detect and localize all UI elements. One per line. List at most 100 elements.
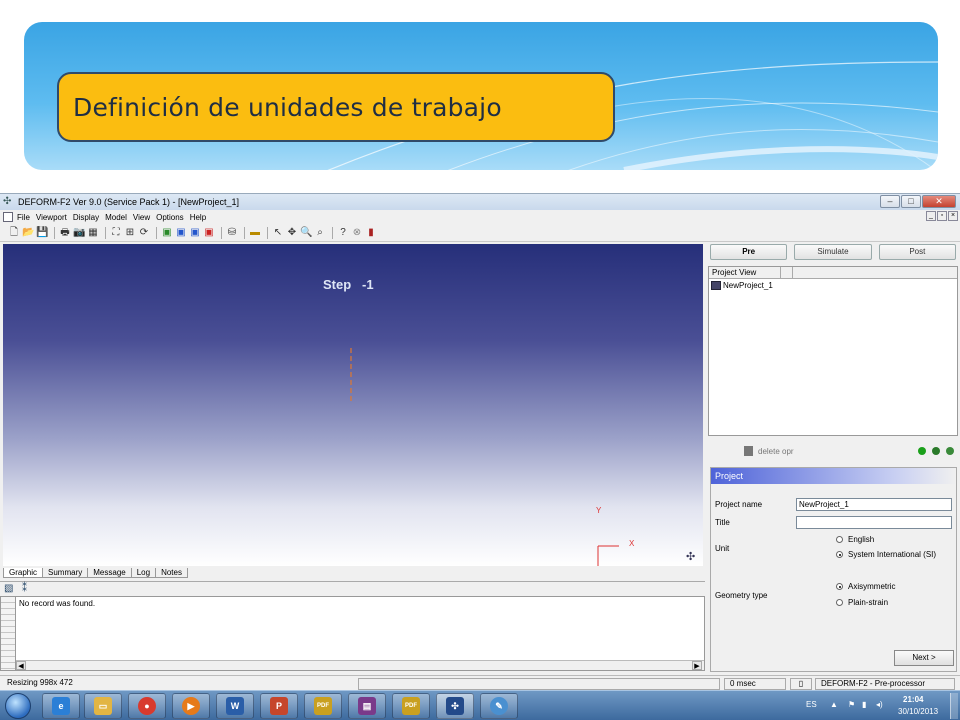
view-top-icon[interactable]: ▣ — [203, 227, 215, 239]
pre-button[interactable]: Pre — [710, 244, 788, 260]
zoom-fit-icon[interactable]: ⛶ — [110, 227, 122, 239]
taskbar-deform[interactable]: ✣ — [436, 693, 474, 719]
scroll-right-icon[interactable]: ▶ — [692, 661, 702, 670]
unit-label: Unit — [715, 544, 730, 553]
operations-bar: delete opr — [708, 439, 958, 461]
help-pointer-icon[interactable]: ? — [337, 227, 349, 239]
save-icon[interactable]: 💾 — [36, 227, 48, 239]
winrar-icon: ▤ — [358, 697, 376, 715]
menu-display[interactable]: Display — [73, 213, 99, 222]
taskbar-explorer[interactable]: ▭ — [84, 693, 122, 719]
filter-icon[interactable]: ⁑ — [22, 583, 34, 595]
menu-model[interactable]: Model — [105, 213, 127, 222]
tab-notes[interactable]: Notes — [155, 568, 188, 578]
delete-operation-button[interactable]: delete opr — [758, 447, 794, 456]
toolbar-separator — [54, 227, 55, 239]
project-view-column[interactable]: Project View — [709, 267, 781, 279]
flag-icon[interactable]: ⚑ — [848, 700, 855, 709]
taskbar-word[interactable]: W — [216, 693, 254, 719]
add-operation-icon[interactable] — [932, 447, 940, 455]
menu-file[interactable]: File — [17, 213, 30, 222]
horizontal-scrollbar[interactable]: ◀ ▶ — [16, 660, 704, 670]
camera-icon[interactable]: 📷 — [73, 227, 85, 239]
show-desktop-button[interactable] — [950, 693, 958, 719]
taskbar-chrome[interactable]: ● — [128, 693, 166, 719]
tree-node-project[interactable]: NewProject_1 — [711, 281, 773, 290]
taskbar-media-player[interactable]: ▶ — [172, 693, 210, 719]
chrome-icon: ● — [138, 697, 156, 715]
exit-door-icon[interactable]: ▮ — [365, 227, 377, 239]
unit-si-radio[interactable]: System International (SI) — [836, 550, 936, 559]
volume-icon[interactable]: ◂) — [876, 700, 883, 709]
menu-viewport[interactable]: Viewport — [36, 213, 67, 222]
tab-graphic[interactable]: Graphic — [3, 568, 44, 578]
zoom-icon[interactable]: 🔍 — [300, 227, 312, 239]
simulate-button[interactable]: Simulate — [794, 244, 872, 260]
view-front-icon[interactable]: ▣ — [161, 227, 173, 239]
ruler-icon[interactable]: ▬ — [249, 227, 261, 239]
image-icon[interactable]: ▦ — [87, 227, 99, 239]
minimize-button[interactable]: – — [880, 195, 900, 208]
trash-icon[interactable] — [744, 446, 753, 456]
project-tree-column-2[interactable] — [781, 267, 793, 279]
mdi-close-button[interactable]: × — [948, 211, 958, 221]
radio-circle-selected — [836, 583, 843, 590]
stop-icon[interactable]: ⊗ — [351, 227, 363, 239]
geometry-axisymmetric-radio[interactable]: Axisymmetric — [836, 582, 896, 591]
tab-message[interactable]: Message — [87, 568, 132, 578]
view-side-icon[interactable]: ▣ — [189, 227, 201, 239]
clock-date[interactable]: 30/10/2013 — [898, 707, 938, 716]
print-icon[interactable]: 🖶 — [59, 227, 71, 239]
message-icon[interactable]: ▧ — [4, 583, 16, 595]
taskbar-powerpoint[interactable]: P — [260, 693, 298, 719]
geometry-axisymmetric-label: Axisymmetric — [848, 582, 896, 591]
main-toolbar: 🗋 📂 💾 🖶 📷 ▦ ⛶ ⊞ ⟳ ▣ ▣ ▣ ▣ ⛁ ▬ ↖ ✥ 🔍 ⌕ ? … — [0, 225, 960, 242]
taskbar-pdf-2[interactable]: PDF — [392, 693, 430, 719]
copy-operation-icon[interactable] — [946, 447, 954, 455]
status-left: Resizing 998x 472 — [2, 678, 357, 690]
grid-icon[interactable]: ⊞ — [124, 227, 136, 239]
title-field[interactable] — [796, 516, 952, 529]
language-indicator[interactable]: ES — [806, 700, 817, 709]
toolbar-separator — [105, 227, 106, 239]
scroll-left-icon[interactable]: ◀ — [16, 661, 26, 670]
zoom-box-icon[interactable]: ⌕ — [314, 227, 326, 239]
deform-window: ✣ DEFORM-F2 Ver 9.0 (Service Pack 1) - [… — [0, 193, 960, 691]
graphic-viewport[interactable]: Step -1 Y X ✣ — [3, 244, 703, 566]
tray-expand-icon[interactable]: ▲ — [830, 700, 838, 709]
taskbar-paint[interactable]: ✎ — [480, 693, 518, 719]
start-button[interactable] — [5, 693, 31, 719]
geometry-plain-strain-radio[interactable]: Plain-strain — [836, 598, 888, 607]
menu-help[interactable]: Help — [190, 213, 206, 222]
taskbar-pdf[interactable]: PDF — [304, 693, 342, 719]
clock-time[interactable]: 21:04 — [903, 695, 923, 704]
maximize-button[interactable]: □ — [901, 195, 921, 208]
mdi-controls: _ ▫ × — [926, 211, 958, 221]
title-label: Title — [715, 518, 730, 527]
view-iso-icon[interactable]: ▣ — [175, 227, 187, 239]
menu-options[interactable]: Options — [156, 213, 184, 222]
pan-icon[interactable]: ✥ — [286, 227, 298, 239]
open-folder-icon[interactable]: 📂 — [22, 227, 34, 239]
tab-summary[interactable]: Summary — [42, 568, 89, 578]
project-name-field[interactable]: NewProject_1 — [796, 498, 952, 511]
bucket-icon[interactable]: ⛁ — [226, 227, 238, 239]
pointer-icon[interactable]: ↖ — [272, 227, 284, 239]
radio-circle — [836, 536, 843, 543]
window-titlebar[interactable]: ✣ DEFORM-F2 Ver 9.0 (Service Pack 1) - [… — [0, 194, 960, 210]
taskbar-winrar[interactable]: ▤ — [348, 693, 386, 719]
next-button[interactable]: Next > — [894, 650, 954, 666]
folder-icon: ▭ — [94, 697, 112, 715]
tab-log[interactable]: Log — [130, 568, 157, 578]
close-button[interactable]: ✕ — [922, 195, 956, 208]
menu-view[interactable]: View — [133, 213, 150, 222]
mdi-minimize-button[interactable]: _ — [926, 211, 936, 221]
rotate-icon[interactable]: ⟳ — [138, 227, 150, 239]
unit-english-radio[interactable]: English — [836, 535, 874, 544]
new-file-icon[interactable]: 🗋 — [8, 227, 20, 239]
post-button[interactable]: Post — [878, 244, 956, 260]
taskbar-ie[interactable]: e — [42, 693, 80, 719]
network-icon[interactable]: ▮ — [862, 700, 866, 709]
status-empty — [358, 678, 720, 690]
mdi-restore-button[interactable]: ▫ — [937, 211, 947, 221]
